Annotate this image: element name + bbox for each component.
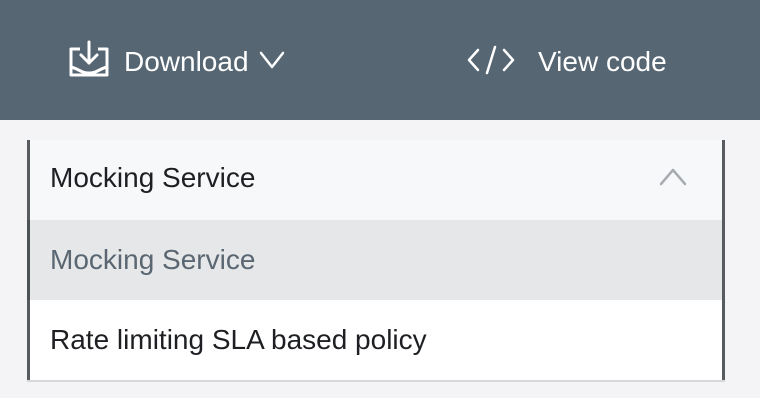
option-label: Rate limiting SLA based policy — [50, 324, 427, 355]
toolbar: Download View code — [0, 0, 760, 120]
policy-dropdown[interactable]: Mocking Service Mocking Service Rate lim… — [27, 140, 725, 380]
dropdown-toggle[interactable]: Mocking Service — [30, 140, 722, 220]
download-icon — [66, 39, 112, 86]
download-button[interactable]: Download — [66, 36, 285, 88]
chevron-down-icon — [259, 49, 285, 76]
dropdown-option-rate-limiting[interactable]: Rate limiting SLA based policy — [30, 300, 722, 380]
download-label: Download — [124, 46, 249, 77]
dropdown-option-mocking-service[interactable]: Mocking Service — [27, 220, 722, 300]
view-code-button[interactable]: View code — [466, 36, 667, 88]
chevron-up-icon[interactable] — [658, 166, 688, 193]
code-brackets-icon — [466, 45, 516, 80]
option-label: Mocking Service — [50, 244, 256, 275]
dropdown-selected-value: Mocking Service — [50, 162, 256, 193]
view-code-label: View code — [538, 46, 667, 77]
